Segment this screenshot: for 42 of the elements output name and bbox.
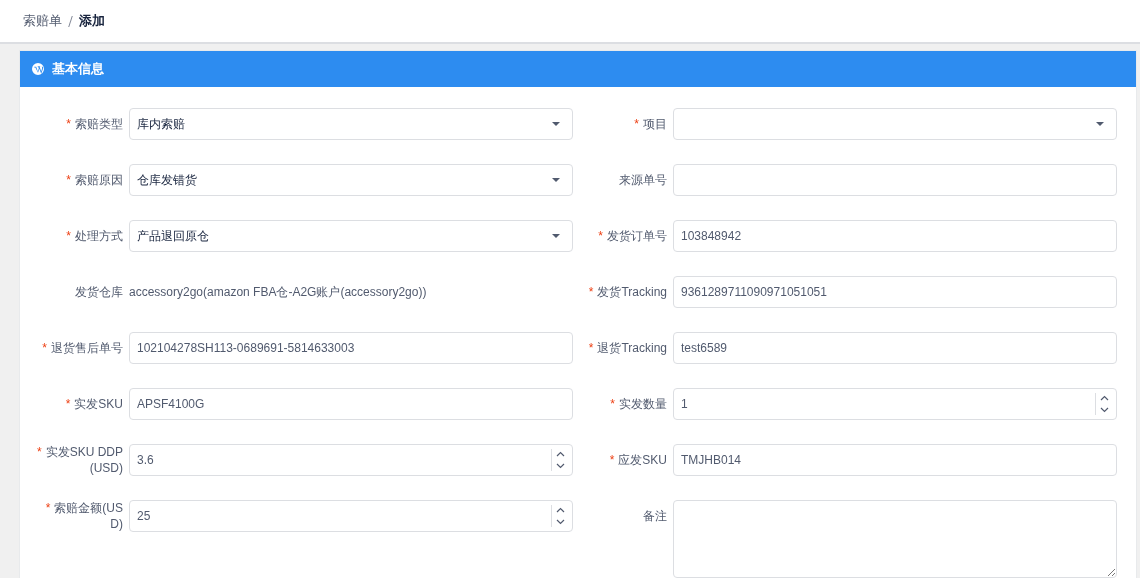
field-label: 发货仓库	[75, 284, 123, 300]
resize-grip-icon[interactable]	[1107, 568, 1115, 576]
stepper-icon[interactable]	[1095, 393, 1109, 415]
input-field[interactable]: 102104278SH113-0689691-5814633003	[129, 332, 573, 364]
field-label: * 实发SKU DDP (USD)	[36, 444, 123, 476]
field-label: * 应发SKU	[609, 452, 667, 468]
input-field[interactable]: 9361289711090971051051	[673, 276, 1117, 308]
select-field[interactable]: 库内索赔	[129, 108, 573, 140]
field-label: * 发货Tracking	[588, 284, 667, 300]
caret-icon	[552, 178, 560, 182]
field-label: * 索赔类型	[66, 116, 123, 132]
breadcrumb-item: 添加	[79, 12, 105, 30]
field-label: * 项目	[634, 116, 667, 132]
input-field[interactable]: TMJHB014	[673, 444, 1117, 476]
select-field[interactable]: 仓库发错货	[129, 164, 573, 196]
field-label: * 索赔金额(USD)	[44, 500, 123, 532]
input-field[interactable]: APSF4100G	[129, 388, 573, 420]
stepper-icon[interactable]	[551, 449, 565, 471]
field-label: 来源单号	[619, 172, 667, 188]
input-field[interactable]	[673, 164, 1117, 196]
field-label: * 退货Tracking	[588, 340, 667, 356]
breadcrumb-item[interactable]: 索赔单	[23, 12, 62, 30]
select-field[interactable]: 产品退回原仓	[129, 220, 573, 252]
select-field[interactable]	[673, 108, 1117, 140]
field-label: * 发货订单号	[598, 228, 667, 244]
field-label: * 实发SKU	[65, 396, 123, 412]
number-field[interactable]: 25	[129, 500, 573, 532]
field-label: * 退货售后单号	[42, 340, 123, 356]
number-field[interactable]: 1	[673, 388, 1117, 420]
field-label: 备注	[643, 508, 667, 524]
field-label: * 实发数量	[610, 396, 667, 412]
caret-icon	[552, 234, 560, 238]
input-field[interactable]: test6589	[673, 332, 1117, 364]
caret-icon	[1096, 122, 1104, 126]
number-field[interactable]: 3.6	[129, 444, 573, 476]
stepper-icon[interactable]	[551, 505, 565, 527]
input-field[interactable]: 103848942	[673, 220, 1117, 252]
field-label: * 处理方式	[66, 228, 123, 244]
caret-icon	[552, 122, 560, 126]
field-label: * 索赔原因	[66, 172, 123, 188]
field-value: accessory2go(amazon FBA仓-A2G账户(accessory2go))	[129, 283, 428, 301]
panel-title: 基本信息	[52, 60, 104, 78]
